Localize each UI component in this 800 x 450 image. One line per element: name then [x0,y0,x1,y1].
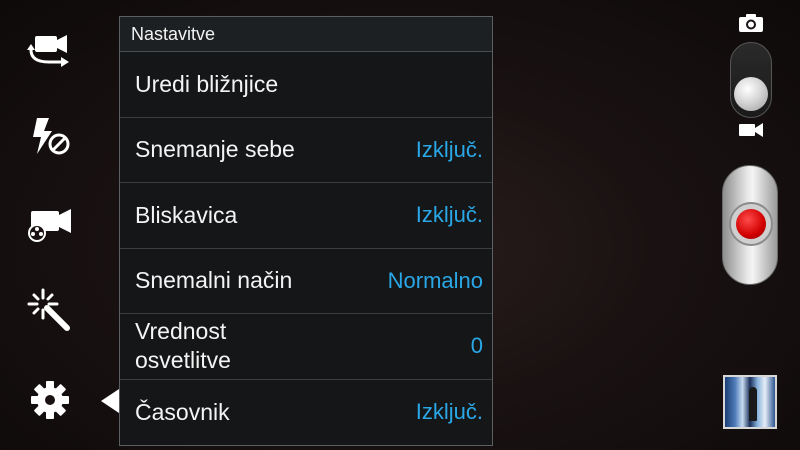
menu-item-value: Izključ. [415,399,483,425]
settings-pointer-arrow [101,389,119,413]
menu-item-label: Snemanje sebe [135,136,295,163]
menu-item-self-recording[interactable]: Snemanje sebe Izključ. [120,118,492,183]
record-button-ring [729,202,773,246]
switch-camera-button[interactable] [22,23,78,73]
menu-item-recording-mode[interactable]: Snemalni način Normalno [120,249,492,314]
switch-camera-icon [25,28,75,68]
menu-item-label: Časovnik [135,398,230,425]
menu-item-value: Normalno [387,267,483,293]
menu-item-value: Izključ. [415,136,483,162]
menu-item-label: Bliskavica [135,201,238,228]
video-mode-icon [737,120,765,145]
thumbnail-figure [749,387,757,421]
settings-panel: Nastavitve Uredi bližnjice Snemanje sebe… [119,16,493,446]
effects-wand-icon [25,286,75,334]
panel-title: Nastavitve [120,17,492,52]
camera-video-mode-switch[interactable] [730,42,772,118]
left-toolbar [0,0,100,450]
flash-off-icon [25,114,75,158]
settings-gear-icon [28,378,72,422]
menu-item-value: Izključ. [415,202,483,228]
menu-item-label-line1: Vrednost [135,318,227,345]
recording-mode-icon [25,203,75,243]
menu-item-label-line2: osvetlitve [135,347,231,374]
menu-item-exposure-value[interactable]: Vrednost osvetlitve 0 [120,314,492,380]
menu-item-label: Snemalni način [135,267,293,294]
settings-button[interactable] [22,375,78,425]
recording-mode-button[interactable] [22,198,78,248]
menu-item-edit-shortcuts[interactable]: Uredi bližnjice [120,52,492,118]
menu-item-flash[interactable]: Bliskavica Izključ. [120,183,492,249]
menu-item-label: Uredi bližnjice [135,70,279,97]
mode-switch-knob[interactable] [734,77,768,111]
menu-item-label: Vrednost osvetlitve [135,317,231,375]
record-dot-icon [736,209,766,239]
menu-item-value: 0 [470,333,483,359]
menu-item-timer[interactable]: Časovnik Izključ. [120,380,492,446]
camera-mode-icon [737,12,765,39]
flash-button[interactable] [22,111,78,161]
record-button[interactable] [722,165,778,285]
gallery-thumbnail[interactable] [723,375,777,429]
effects-button[interactable] [22,285,78,335]
